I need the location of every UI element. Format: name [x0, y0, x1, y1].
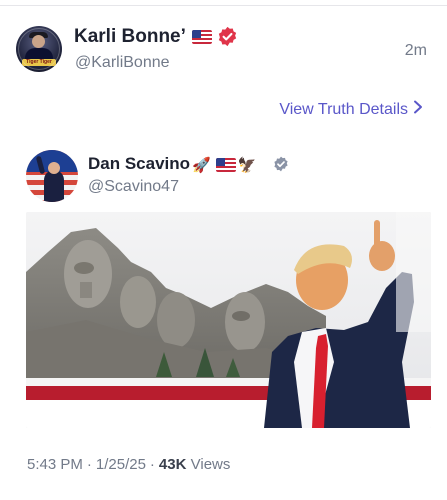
quoted-post-card[interactable]: Dan Scavino 🚀 🦅 @Scavino47: [26, 140, 447, 432]
view-truth-details-link[interactable]: View Truth Details: [279, 100, 423, 119]
post-header: Tiger Tiger Karli Bonne’ @KarliBonne 2m: [0, 0, 447, 90]
avatar-person-shape: [44, 170, 64, 202]
post-date: 1/25/25: [95, 456, 146, 473]
quoted-author-name-row[interactable]: Dan Scavino 🚀 🦅: [88, 154, 256, 174]
us-flag-icon: [191, 29, 212, 44]
us-flag-icon: [215, 157, 236, 172]
rocket-icon: 🚀: [192, 156, 211, 174]
views-label: Views: [190, 456, 231, 473]
author-name[interactable]: Karli Bonne’: [74, 26, 186, 47]
quoted-author-avatar[interactable]: [26, 150, 78, 202]
post-time: 5:43 PM: [27, 456, 83, 473]
quoted-author-name[interactable]: Dan Scavino: [88, 154, 190, 173]
author-name-row[interactable]: Karli Bonne’: [74, 26, 212, 48]
views-count: 43K: [158, 456, 187, 473]
post-timestamp: 2m: [404, 42, 427, 59]
eagle-icon: 🦅: [237, 156, 257, 174]
verified-badge-red-icon: [218, 26, 237, 47]
author-avatar[interactable]: Tiger Tiger: [16, 26, 62, 72]
avatar-person-head: [48, 162, 60, 174]
avatar-ring: [18, 28, 60, 70]
meta-separator: ·: [149, 456, 155, 473]
post-meta: 5:43 PM · 1/25/25 · 43K Views: [27, 456, 230, 473]
view-truth-details-label: View Truth Details: [279, 101, 408, 118]
quoted-author-handle[interactable]: @Scavino47: [88, 178, 179, 196]
post-photo[interactable]: [26, 212, 431, 428]
verified-badge-grey-icon: [274, 156, 288, 172]
author-handle[interactable]: @KarliBonne: [75, 54, 170, 72]
photo-illustration: [26, 212, 431, 428]
meta-separator: ·: [86, 456, 92, 473]
chevron-right-icon: [414, 100, 422, 114]
